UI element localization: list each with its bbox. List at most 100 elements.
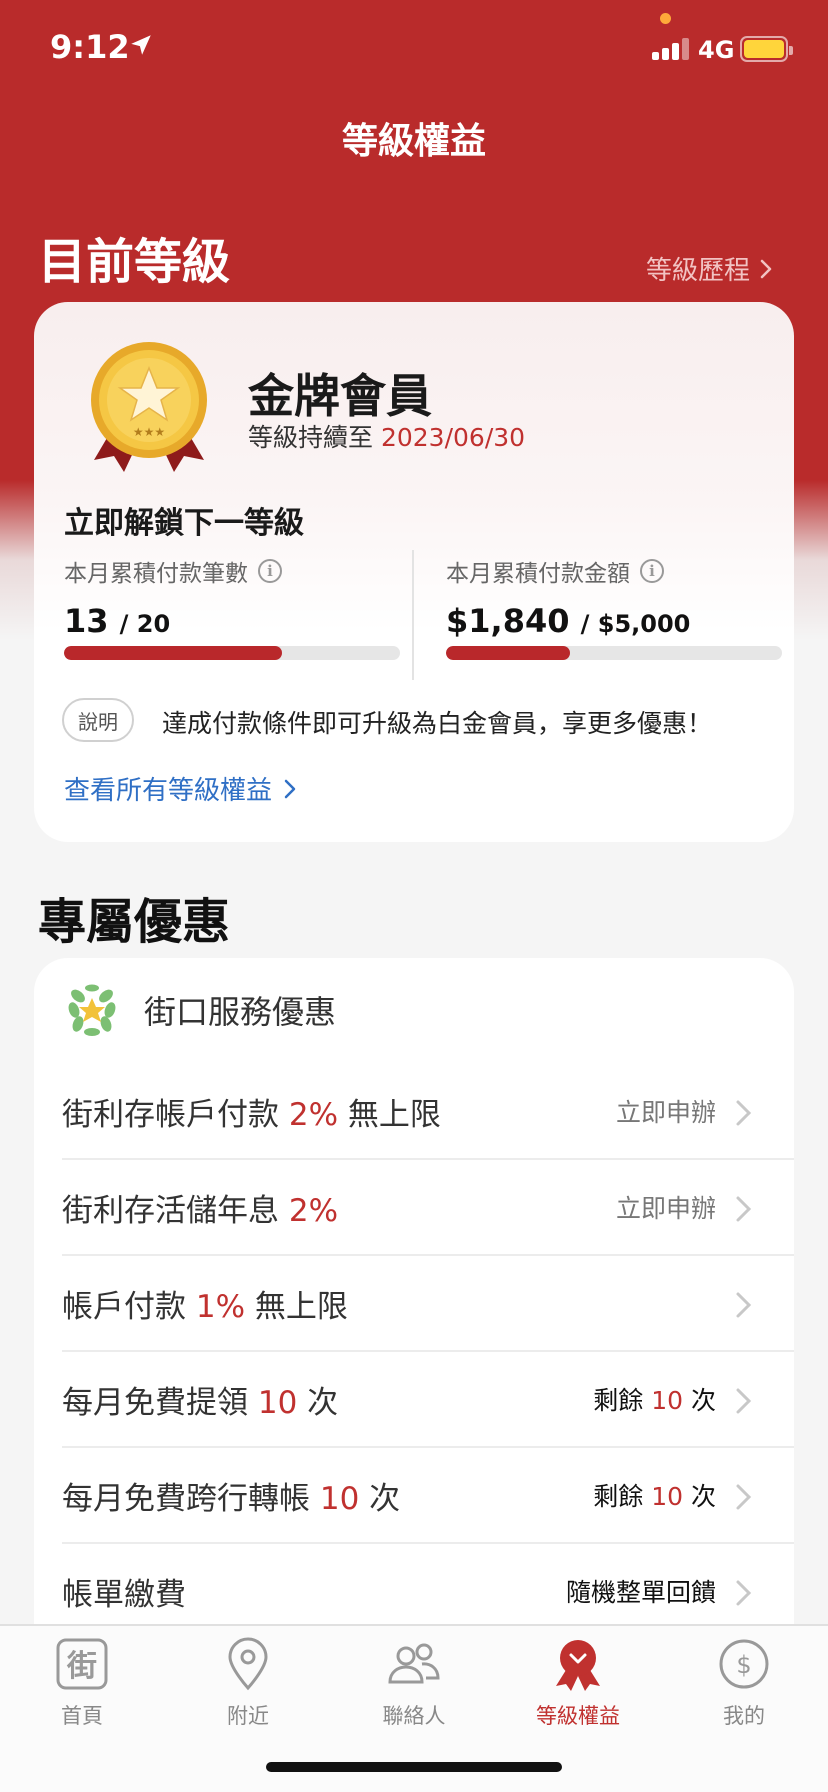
- info-icon[interactable]: i: [640, 559, 664, 583]
- offer-row[interactable]: 每月免費提領 10 次 剩餘 10 次: [62, 1352, 794, 1448]
- payment-count-progress-bar: [64, 646, 400, 660]
- offer-text: 帳單繳費: [62, 1576, 186, 1613]
- chevron-right-icon: [736, 1484, 752, 1510]
- remaining-label: 剩餘: [593, 1386, 652, 1415]
- tab-mine-label: 我的: [723, 1704, 765, 1728]
- tab-contacts[interactable]: 聯絡人: [354, 1636, 474, 1730]
- payment-count-value: 13: [64, 602, 109, 640]
- current-level-card: ★★★ 金牌會員 等級持續至 2023/06/30 立即解鎖下一等級 本月累積付…: [34, 302, 794, 842]
- tab-contacts-label: 聯絡人: [382, 1704, 446, 1728]
- offer-action[interactable]: 立即申辦: [616, 1189, 716, 1225]
- offer-text: 每月免費提領: [62, 1384, 258, 1421]
- dollar-circle-icon: $: [719, 1639, 769, 1689]
- contacts-icon: [388, 1643, 440, 1684]
- tab-level-benefits[interactable]: 等級權益: [518, 1636, 638, 1730]
- payment-count-stat: 本月累積付款筆數 i 13 / 20: [64, 554, 404, 640]
- signal-icon: [652, 38, 692, 60]
- offer-text-suffix: 次: [359, 1480, 401, 1517]
- payment-amount-label: 本月累積付款金額: [446, 561, 630, 587]
- tab-nearby[interactable]: 附近: [188, 1636, 308, 1730]
- level-history-label: 等級歷程: [646, 256, 751, 286]
- offer-row[interactable]: 街利存帳戶付款 2% 無上限 立即申辦: [62, 1064, 794, 1160]
- offer-text-suffix: 次: [297, 1384, 339, 1421]
- offer-text: 每月免費跨行轉帳: [62, 1480, 320, 1517]
- offer-text-suffix: 無上限: [245, 1288, 348, 1325]
- level-history-link[interactable]: 等級歷程: [646, 250, 772, 287]
- status-bar: 9:12 4G: [0, 0, 828, 100]
- tab-level-benefits-label: 等級權益: [536, 1704, 620, 1728]
- remaining-unit: 次: [683, 1386, 716, 1415]
- remaining-count: 10: [651, 1482, 684, 1511]
- tier-valid-date: 2023/06/30: [380, 423, 526, 452]
- tier-validity: 等級持續至 2023/06/30: [248, 418, 525, 454]
- tier-valid-prefix: 等級持續至: [248, 423, 374, 452]
- jkos-logo-icon: 街: [56, 1638, 108, 1690]
- chevron-right-icon: [736, 1196, 752, 1222]
- svg-text:街: 街: [66, 1649, 97, 1684]
- location-pin-icon: [228, 1637, 268, 1691]
- medal-icon: [556, 1640, 600, 1691]
- remaining-count: 10: [651, 1386, 684, 1415]
- chevron-right-icon: [736, 1580, 752, 1606]
- info-icon[interactable]: i: [258, 559, 282, 583]
- offer-row[interactable]: 每月免費跨行轉帳 10 次 剩餘 10 次: [62, 1448, 794, 1544]
- offer-action: 隨機整單回饋: [565, 1578, 716, 1607]
- payment-amount-value: $1,840: [446, 602, 570, 640]
- upgrade-note-text: 達成付款條件即可升級為白金會員，享更多優惠！: [162, 709, 713, 738]
- remaining-label: 剩餘: [593, 1482, 652, 1511]
- offer-text: 街利存活儲年息: [62, 1192, 289, 1229]
- payment-count-total: / 20: [119, 610, 171, 638]
- chevron-right-icon: [736, 1100, 752, 1126]
- offer-remaining: 剩餘 10 次: [593, 1381, 716, 1417]
- tier-name: 金牌會員: [248, 369, 432, 423]
- chevron-right-icon: [736, 1388, 752, 1414]
- gold-medal-icon: ★★★: [91, 342, 207, 472]
- page-title: 等級權益: [341, 121, 486, 162]
- offer-action[interactable]: 立即申辦: [616, 1093, 716, 1129]
- offer-text: 街利存帳戶付款: [62, 1096, 289, 1133]
- exclusive-offers-heading: 專屬優惠: [38, 894, 231, 950]
- network-type: 4G: [698, 36, 735, 64]
- payment-amount-stat: 本月累積付款金額 i $1,840 / $5,000: [446, 554, 786, 640]
- service-offers-header: 街口服務優惠: [62, 980, 336, 1040]
- stats-divider: [412, 550, 414, 680]
- exclusive-offers-card: 街口服務優惠 街利存帳戶付款 2% 無上限 立即申辦 街利存活儲年息 2% 立即…: [34, 958, 794, 1638]
- service-offers-title: 街口服務優惠: [144, 993, 337, 1031]
- tab-home-label: 首頁: [61, 1704, 103, 1728]
- payment-count-label: 本月累積付款筆數: [64, 561, 248, 587]
- laurel-star-icon: [68, 984, 116, 1036]
- view-all-benefits-link[interactable]: 查看所有等級權益: [64, 770, 296, 807]
- chevron-right-icon: [760, 259, 772, 278]
- offer-highlight: 2%: [288, 1096, 339, 1133]
- offer-row[interactable]: 街利存活儲年息 2% 立即申辦: [62, 1160, 794, 1256]
- svg-text:$: $: [736, 1651, 751, 1679]
- tab-home[interactable]: 街 首頁: [22, 1636, 142, 1730]
- offer-highlight: 10: [319, 1480, 360, 1517]
- battery-icon: [740, 36, 793, 62]
- chevron-right-icon: [736, 1292, 752, 1318]
- offer-text: 帳戶付款: [62, 1288, 196, 1325]
- location-arrow-icon: [131, 35, 151, 55]
- status-time: 9:12: [50, 28, 130, 66]
- home-indicator[interactable]: [266, 1762, 562, 1772]
- offer-remaining: 剩餘 10 次: [593, 1477, 716, 1513]
- unlock-next-level-title: 立即解鎖下一等級: [64, 506, 304, 541]
- explanation-button[interactable]: 說明: [62, 698, 134, 742]
- offer-highlight: 1%: [195, 1288, 246, 1325]
- chevron-right-icon: [284, 779, 296, 798]
- offer-text-suffix: 無上限: [338, 1096, 441, 1133]
- view-all-benefits-label: 查看所有等級權益: [64, 776, 273, 806]
- offer-highlight: 10: [257, 1384, 298, 1421]
- current-level-heading: 目前等級: [38, 234, 231, 290]
- progress-fill: [446, 646, 570, 660]
- payment-amount-total: / $5,000: [580, 610, 691, 638]
- offer-highlight: 2%: [288, 1192, 339, 1229]
- tab-nearby-label: 附近: [227, 1704, 269, 1728]
- tab-mine[interactable]: $ 我的: [684, 1636, 804, 1730]
- remaining-unit: 次: [683, 1482, 716, 1511]
- svg-text:★★★: ★★★: [133, 425, 165, 439]
- privacy-indicator-dot: [660, 13, 671, 24]
- progress-fill: [64, 646, 283, 660]
- payment-amount-progress-bar: [446, 646, 782, 660]
- offer-row[interactable]: 帳戶付款 1% 無上限: [62, 1256, 794, 1352]
